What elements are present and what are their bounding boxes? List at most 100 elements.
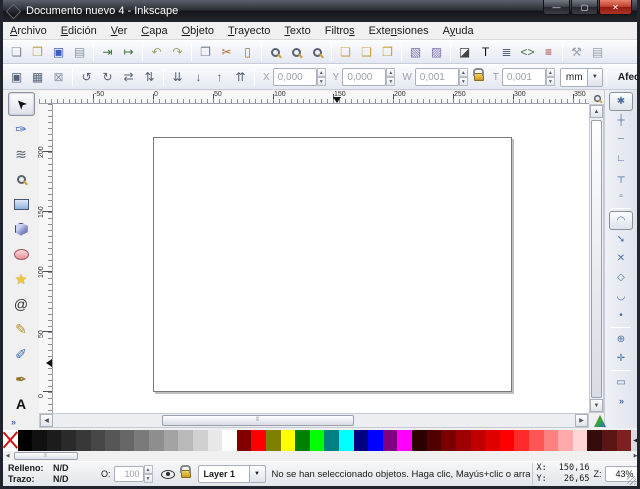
color-swatch[interactable]	[441, 430, 456, 451]
import-image-button[interactable]: ⇥	[97, 42, 118, 62]
current-layer-value[interactable]: Layer 1	[198, 465, 250, 483]
horizontal-scrollbar[interactable]: ◀ ⦀ ▶	[39, 413, 589, 428]
color-swatch[interactable]	[354, 430, 369, 451]
menu-capa[interactable]: Capa	[134, 23, 174, 39]
star-tool[interactable]: ★	[8, 267, 35, 291]
snap-page-border-button[interactable]: ▭	[609, 373, 633, 392]
print-document-button[interactable]: ▤	[69, 42, 90, 62]
width-field-spinner[interactable]: ▲▼	[459, 68, 468, 86]
color-swatch[interactable]	[368, 430, 383, 451]
pen-tool[interactable]: ✐	[8, 342, 35, 366]
fill-stroke-dialog-button[interactable]: ◪	[454, 42, 475, 62]
snap-nodes-paths-button[interactable]: ◠	[609, 211, 633, 230]
rectangle-tool[interactable]	[8, 192, 35, 216]
unit-selector[interactable]: mm▼	[560, 68, 603, 87]
scroll-right-arrow[interactable]: ▶	[575, 414, 588, 427]
snap-cusp-nodes-button[interactable]: ◇	[609, 268, 633, 287]
snap-smooth-nodes-button[interactable]: ◡	[609, 287, 633, 306]
select-all-button[interactable]: ▣	[6, 67, 27, 87]
snap-line-midpoints-button[interactable]: •	[609, 306, 633, 325]
y-field-spinner[interactable]: ▲▼	[386, 68, 395, 86]
open-document-button[interactable]: ❒	[27, 42, 48, 62]
lower-to-bottom-button[interactable]: ⇊	[167, 67, 188, 87]
no-color-swatch[interactable]	[3, 430, 18, 451]
snap-bbox-corners-button[interactable]: ∟	[609, 149, 633, 168]
rotate-ccw-button[interactable]: ↺	[76, 67, 97, 87]
scroll-left-arrow[interactable]: ◀	[40, 414, 53, 427]
palette-scrollbar[interactable]: ◀ ⦀ ▶	[3, 452, 640, 460]
document-properties-button[interactable]: ▤	[587, 42, 608, 62]
color-swatch[interactable]	[18, 430, 33, 451]
color-swatch[interactable]	[544, 430, 559, 451]
resize-grip[interactable]	[627, 476, 636, 485]
layer-dropdown-arrow[interactable]: ▼	[250, 465, 266, 483]
palette-scroll-left-arrow[interactable]: ◀	[3, 452, 12, 460]
palette-scroll-right-arrow[interactable]: ▶	[631, 452, 640, 460]
new-document-button[interactable]: ❏	[6, 42, 27, 62]
palette-scroll-thumb[interactable]: ⦀	[14, 452, 78, 460]
scroll-down-arrow[interactable]: ▼	[590, 399, 603, 412]
color-swatch[interactable]	[587, 430, 602, 451]
raise-to-top-button[interactable]: ⇈	[230, 67, 251, 87]
color-swatch[interactable]	[617, 430, 632, 451]
color-swatch[interactable]	[149, 430, 164, 451]
menu-ver[interactable]: Ver	[104, 23, 135, 39]
color-swatch[interactable]	[120, 430, 135, 451]
height-field-spinner[interactable]: ▲▼	[546, 68, 555, 86]
create-clone-button[interactable]: ❑	[356, 42, 377, 62]
color-swatch[interactable]	[237, 430, 252, 451]
lock-aspect-icon[interactable]	[474, 73, 484, 81]
opacity-input[interactable]: 100	[114, 466, 144, 482]
vertical-scroll-thumb[interactable]	[591, 120, 602, 398]
snap-bbox-centers-button[interactable]: ▫	[609, 187, 633, 206]
select-all-layers-button[interactable]: ▦	[27, 67, 48, 87]
align-dialog-button[interactable]: ≡	[538, 42, 559, 62]
menu-trayecto[interactable]: Trayecto	[221, 23, 277, 39]
snap-bbox-edges-button[interactable]: ┄	[609, 130, 633, 149]
color-swatch[interactable]	[310, 430, 325, 451]
calligraphy-tool[interactable]: ✒	[8, 367, 35, 391]
color-swatch[interactable]	[76, 430, 91, 451]
xml-editor-dialog-button[interactable]: <>	[517, 42, 538, 62]
vertical-ruler[interactable]: 200150100500	[39, 104, 53, 413]
color-swatch[interactable]	[193, 430, 208, 451]
spiral-tool[interactable]: @	[8, 292, 35, 316]
layer-visibility-eye-icon[interactable]	[161, 470, 175, 479]
redo-button[interactable]: ↷	[167, 42, 188, 62]
enable-snapping-button[interactable]: ✱	[609, 92, 633, 111]
color-swatch[interactable]	[61, 430, 76, 451]
color-swatch[interactable]	[164, 430, 179, 451]
unit-dropdown-arrow[interactable]: ▼	[588, 68, 603, 87]
preferences-button[interactable]: ⚒	[566, 42, 587, 62]
color-swatch[interactable]	[32, 430, 47, 451]
horizontal-ruler[interactable]: -50050100150200250300350	[39, 91, 589, 104]
group-objects-button[interactable]: ▧	[405, 42, 426, 62]
menu-filtros[interactable]: Filtros	[318, 23, 362, 39]
color-swatch[interactable]	[266, 430, 281, 451]
snap-path-intersections-button[interactable]: ✕	[609, 249, 633, 268]
toolbox-overflow-button[interactable]: »	[11, 417, 15, 427]
snap-to-paths-button[interactable]: ➘	[609, 230, 633, 249]
color-swatch[interactable]	[573, 430, 588, 451]
color-swatch[interactable]	[427, 430, 442, 451]
menu-archivo[interactable]: Archivo	[3, 23, 54, 39]
copy-button[interactable]: ❐	[195, 42, 216, 62]
undo-button[interactable]: ↶	[146, 42, 167, 62]
paste-button[interactable]: ▯	[237, 42, 258, 62]
color-swatch[interactable]	[91, 430, 106, 451]
x-field-spinner[interactable]: ▲▼	[317, 68, 326, 86]
color-swatch[interactable]	[397, 430, 412, 451]
layer-selector[interactable]: Layer 1 ▼	[198, 465, 266, 483]
color-swatch[interactable]	[514, 430, 529, 451]
box3d-tool[interactable]	[8, 217, 35, 241]
scroll-up-arrow[interactable]: ▲	[590, 105, 603, 118]
save-document-button[interactable]: ▣	[48, 42, 69, 62]
height-field-input[interactable]: 0,001	[502, 68, 546, 86]
opacity-spinner[interactable]: ▲▼	[144, 465, 153, 483]
export-image-button[interactable]: ↦	[118, 42, 139, 62]
snap-rotation-centers-button[interactable]: ✛	[609, 349, 633, 368]
menu-objeto[interactable]: Objeto	[175, 23, 221, 39]
flip-horizontal-button[interactable]: ⇄	[118, 67, 139, 87]
cut-button[interactable]: ✂	[216, 42, 237, 62]
minimize-button[interactable]: —	[543, 0, 570, 15]
